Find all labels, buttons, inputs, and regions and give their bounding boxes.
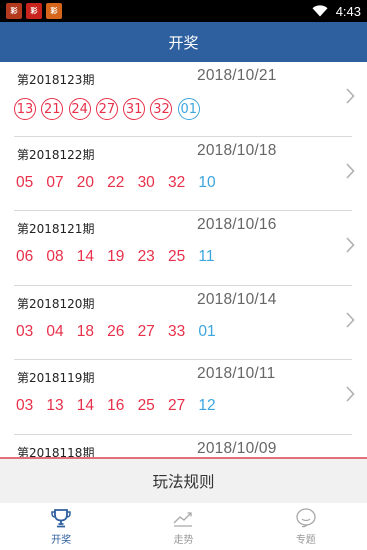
red-ball: 27: [95, 98, 118, 120]
draw-issue: 第2018120期: [17, 296, 95, 311]
blue-ball: 01: [177, 98, 200, 120]
blue-ball: 11: [198, 248, 215, 265]
draw-date: 2018/10/16: [197, 216, 277, 233]
rules-button-label: 玩法规则: [152, 473, 215, 491]
draw-issue: 第2018118期: [17, 445, 95, 458]
draw-row[interactable]: 第2018123期 2018/10/21 13 21 24 27 31 32 01: [0, 62, 367, 137]
draw-numbers: 03 13 14 16 25 27 12: [16, 397, 229, 415]
red-ball: 14: [76, 248, 95, 265]
trophy-icon: [51, 509, 71, 528]
page-title: 开奖: [168, 33, 199, 52]
draw-numbers: 03 04 18 26 27 33 01: [16, 323, 229, 341]
draw-date: 2018/10/18: [197, 141, 277, 159]
red-ball: 20: [76, 173, 95, 191]
red-ball: 18: [76, 322, 95, 340]
red-ball: 16: [107, 397, 125, 414]
chevron-right-icon: [346, 88, 355, 104]
red-ball: 25: [167, 248, 186, 265]
tab-topics-label: 专题: [295, 535, 316, 546]
draw-row[interactable]: 第2018121期 2018/10/16 06 08 14 19 23 25 11: [0, 211, 367, 286]
draw-numbers: 05 07 20 22 30 32 10: [16, 174, 229, 192]
red-ball: 27: [167, 397, 186, 414]
red-ball: 31: [123, 98, 146, 120]
red-ball: 13: [46, 397, 64, 414]
draw-issue: 第2018121期: [17, 222, 95, 236]
red-ball: 23: [137, 248, 155, 265]
red-ball: 19: [107, 248, 125, 265]
draw-row[interactable]: 第2018120期 2018/10/14 03 04 18 26 27 33 01: [0, 286, 367, 360]
chevron-right-icon: [346, 386, 355, 402]
draw-row[interactable]: 第2018122期 2018/10/18 05 07 20 22 30 32 10: [0, 137, 367, 211]
app-header: 开奖: [0, 22, 367, 62]
chevron-right-icon: [346, 311, 355, 328]
draw-date: 2018/10/09: [197, 439, 277, 457]
red-ball: 13: [14, 98, 36, 120]
app-icon-2: 彩: [26, 3, 42, 19]
red-ball: 27: [137, 322, 155, 340]
blue-ball: 12: [198, 397, 216, 414]
draw-date: 2018/10/11: [197, 365, 276, 382]
draw-row[interactable]: 第2018118期 2018/10/09: [0, 435, 367, 458]
red-ball: 07: [46, 173, 64, 191]
wifi-icon: [312, 5, 328, 17]
draw-numbers: 06 08 14 19 23 25 11: [16, 248, 229, 266]
red-ball: 03: [16, 322, 34, 340]
red-ball: 03: [16, 397, 34, 414]
red-ball: 21: [41, 98, 64, 120]
draw-issue: 第2018123期: [17, 73, 95, 87]
blue-ball: 01: [198, 322, 216, 340]
status-bar: 彩 彩 彩 4:43: [0, 0, 367, 22]
rules-button[interactable]: 玩法规则: [0, 457, 367, 503]
app-icon-3: 彩: [46, 3, 62, 19]
trend-icon: [174, 512, 193, 527]
red-ball: 05: [16, 173, 34, 191]
status-time: 4:43: [335, 3, 361, 19]
red-ball: 30: [137, 173, 155, 191]
draw-date: 2018/10/14: [197, 290, 277, 308]
red-ball: 32: [150, 98, 173, 120]
app-icon-1: 彩: [6, 3, 22, 19]
red-ball: 25: [137, 397, 155, 414]
chevron-right-icon: [346, 162, 355, 179]
red-ball: 06: [16, 248, 34, 265]
tab-trend-label: 走势: [173, 535, 194, 546]
red-ball: 22: [107, 173, 125, 191]
red-ball: 32: [167, 173, 186, 191]
red-ball: 08: [46, 248, 64, 265]
tab-draw-results[interactable]: 开奖: [0, 503, 122, 550]
draw-numbers: 13 21 24 27 31 32 01: [14, 98, 205, 120]
notification-icons: 彩 彩 彩: [6, 3, 62, 19]
red-ball: 33: [167, 322, 186, 340]
chevron-right-icon: [346, 237, 355, 253]
draw-date: 2018/10/21: [197, 67, 277, 84]
chat-bubble-icon: [296, 508, 316, 528]
red-ball: 14: [76, 397, 95, 414]
draw-row[interactable]: 第2018119期 2018/10/11 03 13 14 16 25 27 12: [0, 360, 367, 435]
blue-ball: 10: [198, 173, 216, 191]
tab-trend[interactable]: 走势: [122, 503, 244, 550]
red-ball: 24: [68, 98, 91, 120]
red-ball: 04: [46, 322, 64, 340]
tab-topics[interactable]: 专题: [245, 503, 367, 550]
red-ball: 26: [107, 322, 125, 340]
draw-issue: 第2018119期: [17, 371, 95, 385]
bottom-navigation: 开奖 走势 专题: [0, 503, 367, 550]
draw-issue: 第2018122期: [17, 147, 95, 162]
tab-draw-results-label: 开奖: [51, 535, 72, 546]
draw-results-list[interactable]: 第2018123期 2018/10/21 13 21 24 27 31 32 01 第201812…: [0, 62, 367, 457]
